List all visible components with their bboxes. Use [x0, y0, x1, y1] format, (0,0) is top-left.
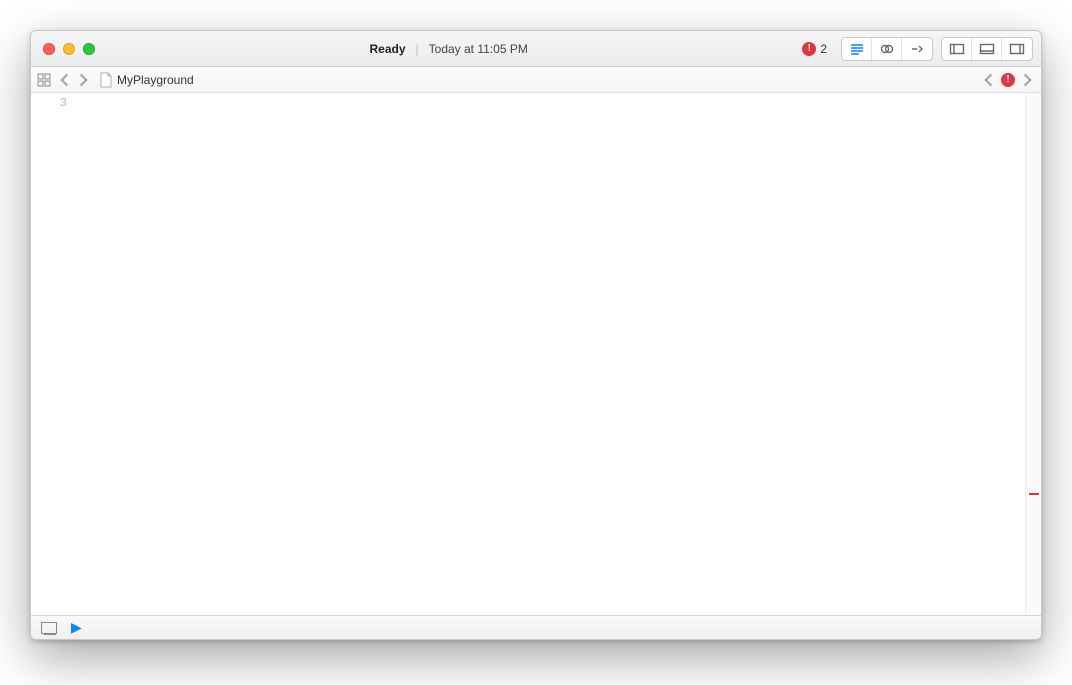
editor-mode-seg — [841, 37, 933, 61]
nav-arrows — [57, 72, 91, 88]
status-time: Today at 11:05 PM — [429, 42, 528, 56]
error-mark — [1029, 493, 1039, 495]
status-area: Ready | Today at 11:05 PM — [370, 42, 528, 56]
file-name[interactable]: MyPlayground — [117, 73, 194, 87]
standard-editor-button[interactable] — [842, 38, 872, 60]
related-items-icon[interactable] — [37, 73, 51, 87]
error-count: 2 — [820, 42, 827, 56]
minimap-scrollbar[interactable] — [1025, 93, 1041, 615]
maximize-button[interactable] — [83, 43, 95, 55]
traffic-lights — [43, 43, 95, 55]
error-icon: ! — [802, 42, 816, 56]
issue-prev-button[interactable] — [981, 72, 997, 88]
issue-next-button[interactable] — [1019, 72, 1035, 88]
status-ready: Ready — [370, 42, 406, 56]
toolbar-right — [841, 37, 1033, 61]
toggle-left-panel-button[interactable] — [942, 38, 972, 60]
swift-file-icon — [99, 72, 113, 88]
nav-back-button[interactable] — [57, 72, 73, 88]
line-number-gutter: 3 — [31, 93, 75, 615]
panel-toggle-seg — [941, 37, 1033, 61]
version-editor-button[interactable] — [902, 38, 932, 60]
code-editor[interactable]: 3 — [31, 93, 1041, 615]
error-badge[interactable]: ! 2 — [802, 42, 827, 56]
code-area[interactable] — [75, 93, 1025, 615]
minimize-button[interactable] — [63, 43, 75, 55]
pathbar-end: ! — [981, 72, 1035, 88]
xcode-window: Ready | Today at 11:05 PM ! 2 — [30, 30, 1042, 640]
close-button[interactable] — [43, 43, 55, 55]
run-button[interactable]: ▶ — [71, 619, 82, 636]
titlebar: Ready | Today at 11:05 PM ! 2 — [31, 31, 1041, 67]
toggle-bottom-panel-button[interactable] — [972, 38, 1002, 60]
pathbar: MyPlayground ! — [31, 67, 1041, 93]
debug-view-toggle[interactable] — [41, 622, 57, 634]
nav-forward-button[interactable] — [75, 72, 91, 88]
debug-bar: ▶ — [31, 615, 1041, 639]
issue-indicator-icon[interactable]: ! — [1001, 73, 1015, 87]
toggle-right-panel-button[interactable] — [1002, 38, 1032, 60]
status-divider: | — [416, 42, 419, 56]
assistant-editor-button[interactable] — [872, 38, 902, 60]
